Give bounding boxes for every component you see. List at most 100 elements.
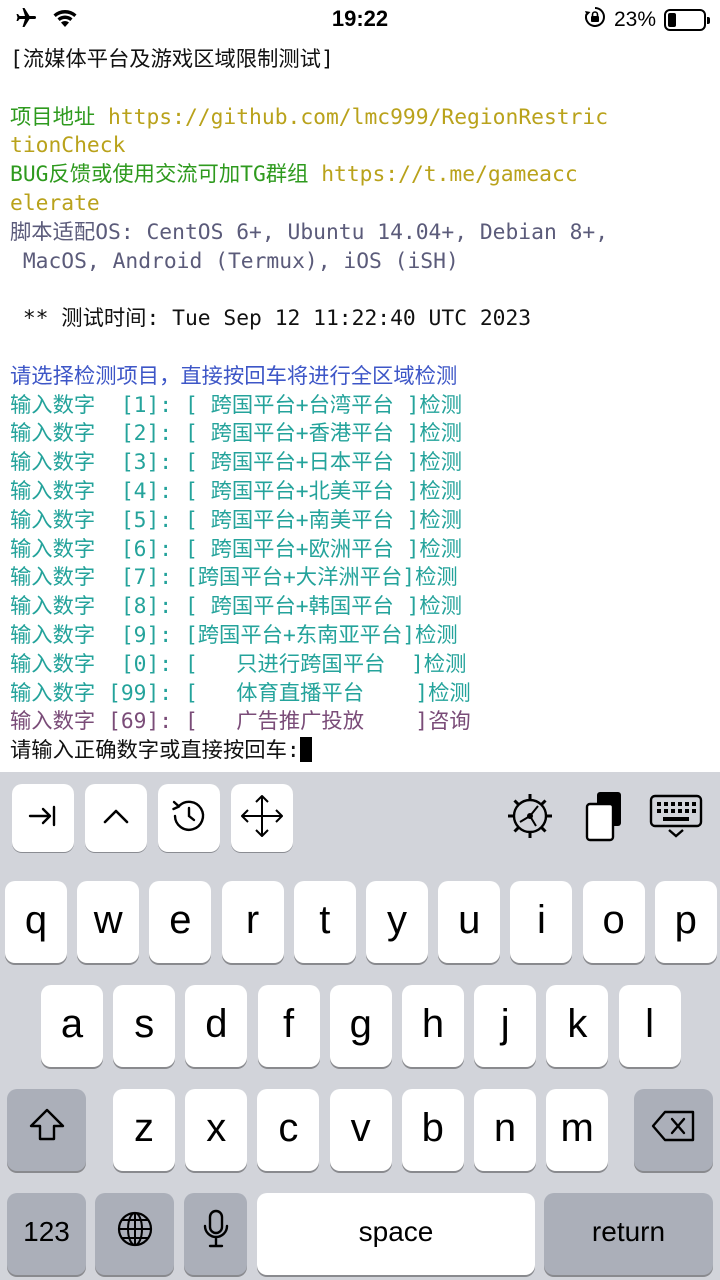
terminal-line: 请输入正确数字或直接按回车: (10, 737, 710, 766)
key-label: a (60, 1001, 84, 1046)
terminal-text: 请选择检测项目，直接按回车将进行全区域检测 (10, 363, 458, 389)
key-label: u (458, 897, 481, 942)
terminal-text: 请输入正确数字或直接按回车: (10, 738, 300, 764)
key-k[interactable]: k (546, 985, 609, 1067)
key-label: i (536, 897, 546, 942)
key-label: g (349, 1001, 372, 1046)
terminal-line: ** 测试时间: Tue Sep 12 11:22:40 UTC 2023 (10, 305, 710, 334)
terminal-line: elerate (10, 190, 710, 219)
tab-key-button[interactable] (12, 784, 74, 852)
terminal-line: 输入数字 [99]: [ 体育直播平台 ]检测 (10, 680, 710, 709)
terminal-text: 输入数字 [3]: [ 跨国平台+日本平台 ]检测 (10, 450, 463, 476)
key-p[interactable]: p (654, 881, 717, 963)
key-s[interactable]: s (113, 985, 176, 1067)
shift-key[interactable] (7, 1089, 86, 1171)
terminal-line: 输入数字 [8]: [ 跨国平台+韩国平台 ]检测 (10, 593, 710, 622)
space-key-label: space (358, 1216, 434, 1247)
key-d[interactable]: d (185, 985, 248, 1067)
key-label: s (134, 1001, 155, 1046)
terminal-line: BUG反馈或使用交流可加TG群组 https://t.me/gameacc (10, 161, 710, 190)
globe-icon (115, 1209, 155, 1259)
key-n[interactable]: n (474, 1089, 536, 1171)
key-h[interactable]: h (402, 985, 464, 1067)
terminal-line: 项目地址 https://github.com/lmc999/RegionRes… (10, 104, 710, 133)
key-f[interactable]: f (257, 985, 320, 1067)
space-key[interactable]: space (257, 1193, 535, 1275)
battery-level (668, 13, 676, 27)
key-x[interactable]: x (185, 1089, 248, 1171)
terminal-line: [流媒体平台及游戏区域限制测试] (10, 46, 710, 75)
status-right: 23% (584, 6, 710, 34)
status-bar: 19:22 23% (0, 0, 720, 40)
key-label: k (567, 1001, 588, 1046)
key-a[interactable]: a (41, 985, 103, 1067)
return-key[interactable]: return (544, 1193, 713, 1275)
delete-key[interactable] (634, 1089, 713, 1171)
keyboard-toolbar (0, 772, 720, 862)
history-icon (170, 797, 208, 839)
key-g[interactable]: g (329, 985, 392, 1067)
key-o[interactable]: o (582, 881, 645, 963)
key-label: j (500, 1001, 510, 1046)
key-label: z (134, 1105, 154, 1150)
terminal-line: 输入数字 [69]: [ 广告推广投放 ]咨询 (10, 708, 710, 737)
history-button[interactable] (158, 784, 220, 852)
key-l[interactable]: l (618, 985, 681, 1067)
key-label: c (278, 1105, 299, 1150)
battery-icon (664, 9, 710, 31)
key-y[interactable]: y (366, 881, 428, 963)
key-w[interactable]: w (77, 881, 140, 963)
control-key-icon (99, 799, 133, 837)
keyboard-dismiss-button[interactable] (644, 786, 708, 850)
key-label: t (319, 897, 331, 942)
key-i[interactable]: i (510, 881, 573, 963)
globe-key[interactable] (95, 1193, 174, 1275)
key-m[interactable]: m (546, 1089, 609, 1171)
key-z[interactable]: z (113, 1089, 175, 1171)
key-v[interactable]: v (329, 1089, 392, 1171)
terminal-text: elerate (10, 190, 100, 216)
key-b[interactable]: b (401, 1089, 464, 1171)
terminal-text: 输入数字 [8]: [ 跨国平台+韩国平台 ]检测 (10, 594, 463, 620)
terminal-line: 输入数字 [5]: [ 跨国平台+南美平台 ]检测 (10, 507, 710, 536)
rotation-lock-icon (584, 6, 606, 34)
terminal-text: MacOS, Android (Termux), iOS (iSH) (10, 248, 459, 274)
microphone-key[interactable] (184, 1193, 247, 1275)
settings-button[interactable] (498, 786, 562, 850)
control-key-button[interactable] (85, 784, 147, 852)
key-c[interactable]: c (257, 1089, 320, 1171)
terminal-text: 输入数字 [7]: [跨国平台+大洋洲平台]检测 (10, 565, 458, 591)
key-t[interactable]: t (293, 881, 356, 963)
key-label: q (24, 897, 48, 942)
key-r[interactable]: r (221, 881, 284, 963)
terminal-text: ** 测试时间: Tue Sep 12 11:22:40 UTC 2023 (10, 306, 532, 332)
key-label: v (350, 1105, 371, 1150)
terminal-text: [流媒体平台及游戏区域限制测试] (10, 47, 334, 72)
terminal-text: tionCheck (10, 133, 126, 159)
terminal-text: 输入数字 [99]: [ 体育直播平台 ]检测 (10, 680, 471, 706)
terminal-text: 输入数字 [5]: [ 跨国平台+南美平台 ]检测 (10, 507, 463, 533)
keyboard: qwertyuiopasdfghjklzxcvbnm 123 space ret… (0, 772, 720, 1280)
arrow-keys-button[interactable] (231, 784, 293, 852)
key-label: n (493, 1105, 517, 1150)
key-label: w (93, 897, 123, 942)
clipboard-button[interactable] (572, 786, 636, 850)
terminal-line: 输入数字 [4]: [ 跨国平台+北美平台 ]检测 (10, 478, 710, 507)
terminal-output[interactable]: [流媒体平台及游戏区域限制测试] 项目地址 https://github.com/… (10, 46, 710, 770)
key-u[interactable]: u (438, 881, 501, 963)
key-j[interactable]: j (474, 985, 537, 1067)
terminal-line: 输入数字 [3]: [ 跨国平台+日本平台 ]检测 (10, 449, 710, 478)
terminal-text: 输入数字 [69]: [ 广告推广投放 ]咨询 (10, 709, 471, 735)
terminal-line: 请选择检测项目，直接按回车将进行全区域检测 (10, 363, 710, 392)
shift-icon (27, 1106, 67, 1154)
key-q[interactable]: q (5, 881, 67, 963)
numbers-key[interactable]: 123 (7, 1193, 86, 1275)
key-e[interactable]: e (149, 881, 212, 963)
terminal-text: 项目地址 (10, 104, 109, 130)
terminal-cursor (299, 737, 312, 763)
terminal-text: 输入数字 [2]: [ 跨国平台+香港平台 ]检测 (10, 421, 463, 447)
key-label: y (387, 897, 407, 942)
